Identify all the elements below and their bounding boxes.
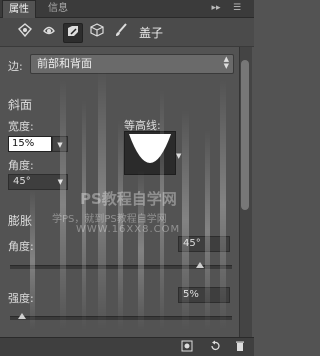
clip-to-layer-icon[interactable] [181,340,193,352]
edge-select[interactable]: 前部和背面 ▲ ▼ [30,54,234,74]
select-arrows-icon: ▲ ▼ [223,55,229,70]
edge-label: 边: [8,60,23,73]
bevel-width-label: 宽度: [8,120,34,133]
streak [205,130,210,330]
bevel-icon[interactable] [63,23,83,43]
bevel-angle-field[interactable]: 45° ▼ [8,174,68,190]
3d-box-icon[interactable] [88,23,106,41]
bevel-angle-label: 角度: [8,159,34,172]
layer-style-icon[interactable] [16,23,34,41]
scrollbar-thumb[interactable] [241,60,249,210]
bevel-section-title: 斜面 [8,98,33,112]
bevel-angle-value: 45° [13,176,31,187]
edge-select-value: 前部和背面 [37,57,92,70]
streak [182,110,189,330]
tab-info[interactable]: 信息 [42,0,74,17]
watermark-logo: PS教程自学网 [80,190,177,208]
watermark-slogan: 学PS，就到PS教程自学网 [52,214,167,225]
trash-icon[interactable] [234,340,246,352]
watermark-url: WWW.16XX8.COM [76,224,181,235]
bevel-width-input[interactable]: 15% [8,136,52,152]
mask-icon[interactable] [40,23,58,41]
panel-expand-button[interactable]: ▸▸ [207,2,225,15]
strength-slider-thumb[interactable] [18,313,26,319]
reset-icon[interactable] [209,340,221,352]
contour-dropdown-icon[interactable]: ▼ [176,152,181,160]
tool-label-cap: 盖子 [139,26,164,40]
inflate-angle-slider-thumb[interactable] [196,262,204,268]
inflate-section-title: 膨胀 [8,214,33,228]
contour-preview[interactable] [124,131,176,175]
streak [60,80,66,330]
contour-curve-icon [129,134,171,163]
brush-icon[interactable] [112,23,130,41]
panel-menu-button[interactable]: ☰ [230,2,244,15]
streak [30,190,35,330]
tab-properties[interactable]: 属性 [2,0,36,18]
streak [220,80,226,330]
